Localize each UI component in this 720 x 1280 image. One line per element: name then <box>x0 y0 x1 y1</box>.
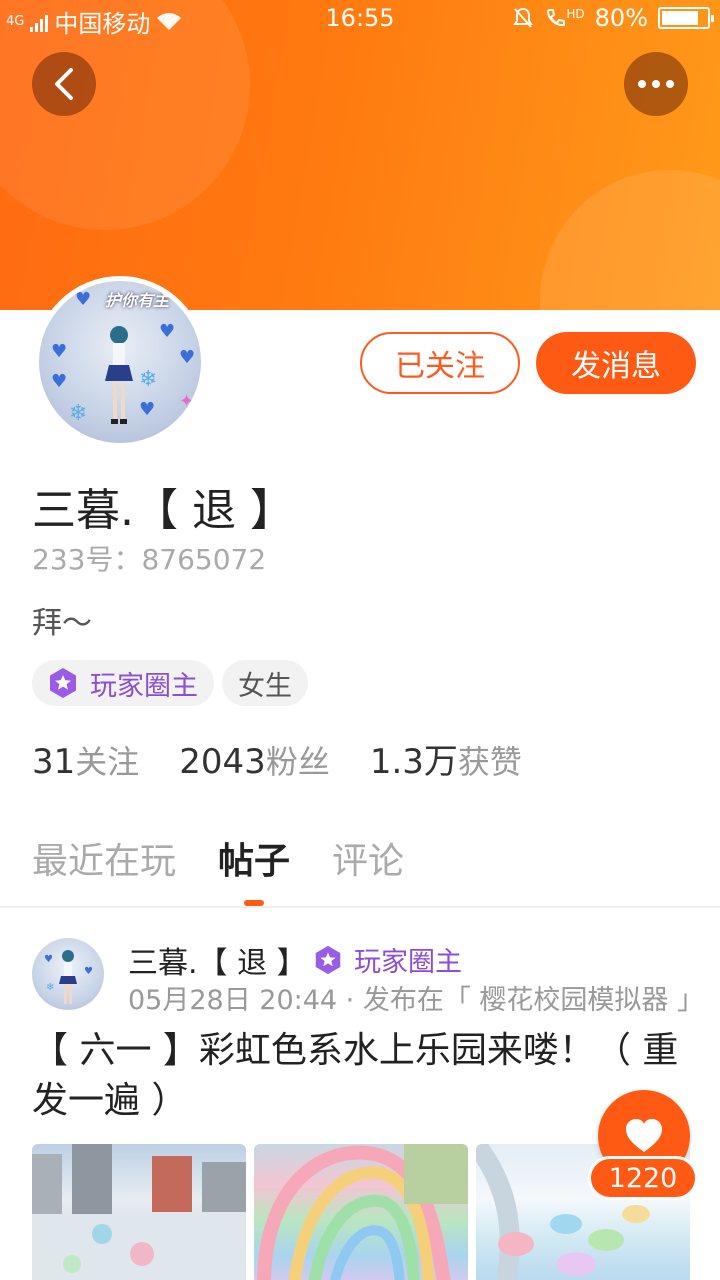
post-author-name[interactable]: 三暮.【 退 】 <box>128 938 307 982</box>
owner-tag[interactable]: 玩家圈主 <box>32 660 214 706</box>
star-badge-icon <box>50 668 76 698</box>
post-meta: 05月28日 20:44 · 发布在「 樱花校园模拟器 」 <box>128 985 705 1016</box>
post-author-avatar[interactable]: ♥ ♥ ❄ <box>32 938 104 1010</box>
svg-text:♥: ♥ <box>84 966 93 977</box>
back-button[interactable] <box>32 52 96 116</box>
profile-header: 4G 中国移动 16:55 HD 80% <box>0 0 720 310</box>
following-count[interactable]: 31关注 <box>32 737 139 783</box>
battery-icon <box>658 7 714 29</box>
svg-text:❄: ❄ <box>46 982 54 993</box>
tab-comments[interactable]: 评论 <box>332 832 404 884</box>
tab-posts[interactable]: 帖子 <box>218 832 290 906</box>
status-bar: 4G 中国移动 16:55 HD 80% <box>0 0 720 38</box>
chevron-left-icon <box>55 68 73 100</box>
post-author-badge: 玩家圈主 <box>312 940 462 979</box>
svg-text:♥: ♥ <box>44 954 53 965</box>
profile-bio: 拜～ <box>32 606 92 641</box>
avatar-caption: 护你有主 <box>105 291 170 310</box>
post-title[interactable]: 【 六一 】彩虹色系水上乐园来喽！（ 重发一遍 ） <box>32 1026 692 1126</box>
avatar-character <box>105 326 133 424</box>
profile-name: 三暮.【 退 】 <box>32 485 294 536</box>
profile-tags: 玩家圈主 女生 <box>32 660 308 706</box>
tab-recently-played[interactable]: 最近在玩 <box>32 832 176 884</box>
like-count: 1220 <box>588 1156 698 1200</box>
post-image[interactable] <box>32 1144 246 1280</box>
likes-received-count: 1.3万获赞 <box>369 742 522 782</box>
post-image[interactable] <box>254 1144 468 1280</box>
followers-count[interactable]: 2043粉丝 <box>179 737 330 783</box>
volte-icon: HD <box>544 7 585 29</box>
profile-stats: 31关注 2043粉丝 1.3万获赞 <box>32 734 522 783</box>
profile-tabs: 最近在玩 帖子 评论 <box>32 832 404 906</box>
mute-bell-icon <box>513 7 534 28</box>
more-dots-icon <box>638 80 674 88</box>
heart-icon <box>626 1119 662 1152</box>
gender-tag: 女生 <box>222 660 308 706</box>
avatar-character: ♥ ♥ ❄ <box>44 950 93 1004</box>
send-message-button[interactable]: 发消息 <box>536 332 696 394</box>
star-badge-icon <box>315 945 341 974</box>
more-options-button[interactable] <box>624 52 688 116</box>
battery-percent: 80% <box>594 4 648 32</box>
following-button[interactable]: 已关注 <box>360 332 520 394</box>
user-id: 233号：8765072 <box>32 543 267 576</box>
avatar[interactable]: 护你有主 ♥ ♥ ♥ ♥ ♥ ♥ ✦ ❄ ❄ <box>34 276 206 448</box>
divider <box>0 906 720 908</box>
